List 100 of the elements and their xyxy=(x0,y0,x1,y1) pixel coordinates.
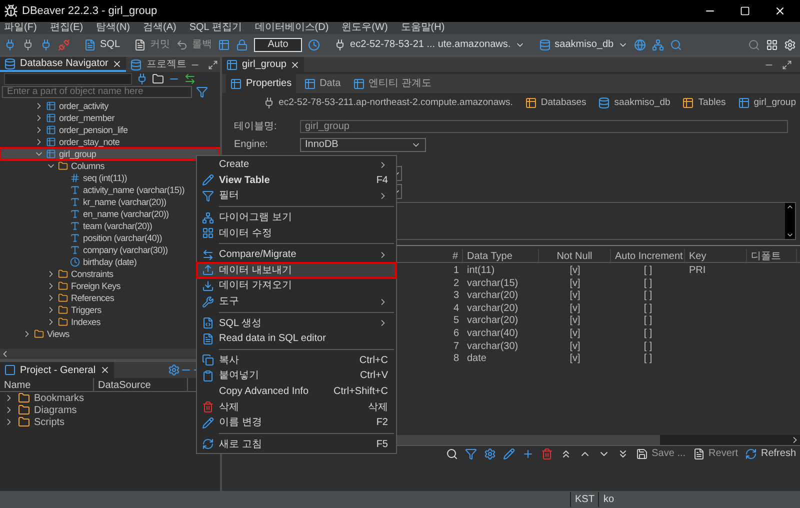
editor-subtab[interactable]: Data xyxy=(300,74,345,93)
tree-label: birthday (date) xyxy=(83,256,137,268)
table-cell: [v] xyxy=(570,328,580,339)
close-icon[interactable] xyxy=(290,60,300,70)
save-icon xyxy=(636,448,648,460)
folder-icon xyxy=(18,416,30,428)
editor-subtab[interactable]: 엔티티 관계도 xyxy=(348,74,436,93)
tree-label: Constraints xyxy=(71,268,114,280)
table-cell: 8 xyxy=(453,353,459,364)
table-cell: [v] xyxy=(570,353,580,364)
breadcrumb-item[interactable]: ec2-52-78-53-211.ap-northeast-2.compute.amazonaws. xyxy=(262,96,513,110)
editor-tab[interactable]: girl_group xyxy=(222,57,304,72)
menu-item[interactable]: 도움말(H) xyxy=(400,22,445,34)
menu-item[interactable]: 데이터베이스(D) xyxy=(254,22,329,34)
hierarchy-icon[interactable] xyxy=(652,38,664,50)
gear-icon[interactable] xyxy=(168,364,180,376)
breadcrumb-item[interactable]: saakmiso_db xyxy=(598,96,670,110)
column-header[interactable]: Key xyxy=(685,249,747,262)
project-item[interactable]: Scripts xyxy=(34,414,65,430)
trash-icon[interactable] xyxy=(540,448,553,460)
panel-tab[interactable]: 프로젝트 xyxy=(126,57,190,72)
database-selector[interactable]: saakmiso_db xyxy=(538,37,628,52)
table-icon xyxy=(352,78,365,90)
breadcrumb-item[interactable]: Databases xyxy=(524,96,586,110)
toolbar-button[interactable]: Save ... xyxy=(636,446,686,461)
column-header[interactable]: Data Type xyxy=(463,249,539,262)
column-header[interactable]: 디폴트 xyxy=(747,249,797,262)
gear-icon[interactable] xyxy=(484,448,496,460)
maximize-icon[interactable] xyxy=(740,6,750,16)
close-icon[interactable] xyxy=(774,5,786,17)
table-cell: [ ] xyxy=(644,353,652,364)
transaction-mode-field[interactable]: Auto xyxy=(254,38,302,52)
close-icon[interactable] xyxy=(112,58,122,68)
plug-icon[interactable] xyxy=(4,38,16,50)
tree-label: order_member xyxy=(59,112,114,124)
text-column-icon xyxy=(70,185,80,195)
column-header[interactable]: DataSource xyxy=(94,378,188,391)
plug-icon[interactable] xyxy=(22,38,34,50)
menu-item[interactable]: 붙여넣기 Ctrl+V xyxy=(197,368,396,384)
connection-selector[interactable]: ec2-52-78-53-21 ... ute.amazonaws. xyxy=(334,37,525,52)
menu-item[interactable]: 검색(A) xyxy=(143,22,176,34)
search-icon[interactable] xyxy=(446,448,458,460)
plug-icon[interactable] xyxy=(40,38,52,50)
table-icon xyxy=(46,125,56,135)
engine-dropdown[interactable]: InnoDB xyxy=(300,138,426,152)
editor-subtab[interactable]: Properties xyxy=(226,74,296,93)
tree-label: order_stay_note xyxy=(59,136,120,148)
table-name-field[interactable]: girl_group xyxy=(300,120,788,133)
table-cell: [v] xyxy=(570,315,580,326)
sql-button[interactable]: SQL xyxy=(84,37,120,52)
menu-item[interactable]: 데이터 내보내기 xyxy=(197,262,396,278)
tree-label: seq (int(11)) xyxy=(83,172,127,184)
maximize-icon[interactable] xyxy=(208,60,218,70)
folder-icon[interactable] xyxy=(152,73,164,85)
filter-icon[interactable] xyxy=(196,86,208,98)
menu-item[interactable]: SQL 편집기 xyxy=(189,22,242,34)
column-header[interactable]: Auto Increment xyxy=(611,249,685,262)
menu-item[interactable]: 편집(E) xyxy=(50,22,84,34)
tree-item[interactable]: girl_group xyxy=(0,148,220,160)
connection-field[interactable] xyxy=(4,73,132,85)
table-cell: [ ] xyxy=(644,265,652,276)
maximize-icon[interactable] xyxy=(782,60,792,70)
menu-item[interactable]: 탐색(N) xyxy=(96,22,130,34)
plug-icon[interactable] xyxy=(136,73,148,85)
text-column-icon xyxy=(70,245,80,255)
refresh-icon xyxy=(744,448,757,460)
filter-icon[interactable] xyxy=(464,448,477,460)
tree-item[interactable]: order_member xyxy=(0,112,220,124)
breadcrumb-item[interactable]: Tables xyxy=(682,96,726,110)
project-item[interactable]: Diagrams xyxy=(34,402,77,418)
menu-item[interactable]: Copy Advanced Info Ctrl+Shift+C xyxy=(197,384,396,400)
text-column-icon xyxy=(70,233,80,243)
toolbar-button[interactable]: Refresh xyxy=(744,446,796,461)
panel-tab[interactable]: Project - General xyxy=(0,362,114,378)
table-icon xyxy=(524,97,537,109)
menu-item[interactable]: 복사 Ctrl+C xyxy=(197,352,396,368)
project-item[interactable]: Bookmarks xyxy=(34,390,84,406)
toolbar-button[interactable]: Revert xyxy=(692,446,738,461)
menu-item[interactable]: 윈도우(W) xyxy=(342,22,388,34)
clock-icon[interactable] xyxy=(308,38,320,50)
tree-label: activity_name (varchar(15)) xyxy=(83,184,184,196)
add-icon[interactable] xyxy=(522,448,534,460)
menu-item[interactable]: 삭제 삭제 xyxy=(197,399,396,415)
panel-tab[interactable]: Database Navigator xyxy=(0,57,126,72)
close-icon[interactable] xyxy=(100,365,110,375)
lock-icon[interactable] xyxy=(236,38,248,50)
menu-item[interactable]: 파일(F) xyxy=(4,22,37,34)
column-header[interactable]: Not Null xyxy=(539,249,611,262)
pencil-icon[interactable] xyxy=(502,448,515,460)
menu-item[interactable]: 새로 고침 F5 xyxy=(197,436,396,452)
tree-item[interactable]: order_activity xyxy=(0,100,220,112)
menu-item[interactable]: 이름 변경 F2 xyxy=(197,414,396,430)
breadcrumb-item[interactable]: girl_group xyxy=(738,96,796,110)
tree-item[interactable]: order_stay_note xyxy=(0,136,220,148)
tree-item[interactable]: order_pension_life xyxy=(0,124,220,136)
table-icon xyxy=(226,58,238,70)
text-column-icon xyxy=(70,209,80,219)
filter-field[interactable]: Enter a part of object name here xyxy=(2,86,192,98)
table-cell: int(11) xyxy=(467,265,495,276)
column-header[interactable]: Name xyxy=(0,378,94,391)
